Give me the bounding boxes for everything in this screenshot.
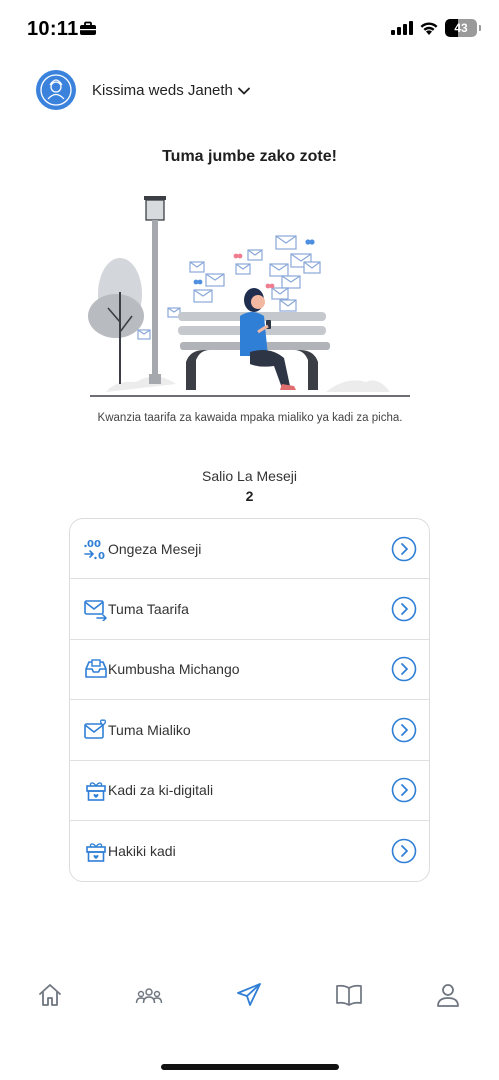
send-icon: [237, 983, 261, 1006]
tab-guide[interactable]: [329, 972, 369, 1018]
chevron-down-icon[interactable]: [237, 86, 251, 96]
menu-item-ongeza-meseji[interactable]: 00 0 Ongeza Meseji: [70, 519, 429, 580]
avatar[interactable]: [36, 70, 76, 110]
menu-item-tuma-taarifa[interactable]: Tuma Taarifa: [70, 579, 429, 640]
couple-avatar-icon: [40, 74, 72, 106]
status-bar: 10:11 43: [0, 0, 499, 60]
menu-item-tuma-mialiko[interactable]: Tuma Mialiko: [70, 700, 429, 761]
sms-balance-value: 2: [245, 488, 254, 504]
battery-level: 43: [454, 21, 468, 35]
svg-text:0: 0: [98, 551, 105, 561]
menu-item-label: Kumbusha Michango: [108, 661, 240, 678]
menu-item-label: Tuma Mialiko: [108, 721, 191, 738]
signal-icon: [391, 21, 413, 35]
chevron-right-circle-icon[interactable]: [391, 656, 417, 682]
sms-balance-label: Salio La Meseji: [202, 468, 297, 484]
menu-item-hakiki-kadi[interactable]: Hakiki kadi: [70, 821, 429, 881]
book-icon: [336, 984, 362, 1006]
people-icon: [135, 988, 163, 1004]
person-icon: [437, 984, 459, 1007]
chevron-right-circle-icon[interactable]: [391, 838, 417, 864]
send-mail-icon: [84, 597, 108, 622]
battery-indicator: 43: [445, 19, 481, 37]
reminder-inbox-icon: [84, 657, 108, 681]
menu-item-kumbusha-michango[interactable]: Kumbusha Michango: [70, 640, 429, 701]
chevron-right-circle-icon[interactable]: [391, 717, 417, 743]
menu-item-label: Hakiki kadi: [108, 843, 176, 860]
svg-text:00: 00: [87, 539, 101, 550]
page-headline: Tuma jumbe zako zote!: [162, 148, 337, 165]
home-indicator[interactable]: [161, 1064, 339, 1070]
menu-item-kadi-za-ki-digitali[interactable]: Kadi za ki-digitali: [70, 761, 429, 821]
woman-on-bench-illustration: [88, 196, 410, 397]
menu-item-label: Tuma Taarifa: [108, 601, 189, 618]
status-time: 10:11: [27, 18, 79, 40]
tab-profile[interactable]: [428, 972, 468, 1018]
home-icon: [39, 984, 61, 1006]
chevron-right-circle-icon[interactable]: [391, 777, 417, 803]
bottom-tab-bar: [0, 972, 499, 1022]
event-selector[interactable]: Kissima weds Janeth: [36, 70, 251, 110]
tab-send[interactable]: [229, 972, 269, 1018]
status-icons: 43: [391, 19, 481, 37]
briefcase-icon: [80, 21, 96, 35]
menu-item-label: Ongeza Meseji: [108, 540, 202, 557]
chevron-right-circle-icon[interactable]: [391, 536, 417, 562]
actions-menu: 00 0 Ongeza Meseji Tuma Taarifa Kumbusha…: [69, 518, 430, 882]
heart-mail-icon: [84, 718, 108, 742]
gift-card-icon: [84, 778, 108, 802]
tab-home[interactable]: [30, 972, 70, 1018]
add-messages-icon: 00 0: [84, 537, 108, 561]
tab-guests[interactable]: [129, 972, 169, 1018]
verify-card-icon: [84, 839, 108, 863]
wifi-icon: [420, 21, 438, 35]
description-text: Kwanzia taarifa za kawaida mpaka mialiko…: [97, 412, 403, 424]
menu-item-label: Kadi za ki-digitali: [108, 782, 214, 799]
chevron-right-circle-icon[interactable]: [391, 596, 417, 622]
event-name: Kissima weds Janeth: [92, 81, 233, 99]
